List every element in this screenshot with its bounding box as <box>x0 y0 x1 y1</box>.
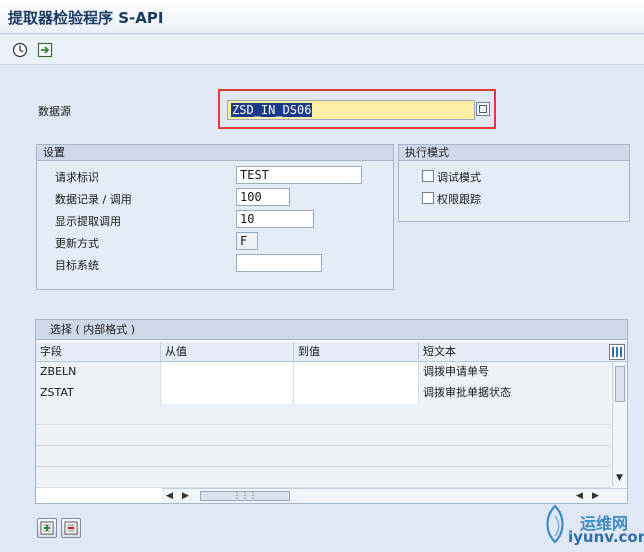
request-id-label: 请求标识 <box>55 171 99 184</box>
to-value-input[interactable] <box>294 383 419 404</box>
variant-save-icon[interactable] <box>37 42 53 58</box>
scroll-last-icon[interactable]: ▶ <box>592 491 599 501</box>
column-header-field[interactable]: 字段 <box>36 342 161 362</box>
datasource-label: 数据源 <box>38 105 71 118</box>
table-settings-icon[interactable] <box>609 344 625 360</box>
target-system-input[interactable] <box>236 254 322 272</box>
auth-trace-label: 权限跟踪 <box>437 193 481 206</box>
debug-mode-checkbox[interactable] <box>422 170 434 182</box>
application-toolbar <box>0 35 644 65</box>
field-cell: ZBELN <box>36 362 161 383</box>
table-row: ZBELN 调拨申请单号 <box>36 362 611 383</box>
auth-trace-checkbox[interactable] <box>422 192 434 204</box>
delete-row-icon <box>64 521 78 535</box>
extraction-calls-label: 显示提取调用 <box>55 215 121 228</box>
datasource-input-value: ZSD_IN_DS06 <box>231 103 313 117</box>
table-row: ZSTAT 调拨审批单据状态 <box>36 383 611 404</box>
target-system-label: 目标系统 <box>55 259 99 272</box>
horizontal-scrollbar[interactable]: ◀ ▶ ⋮⋮⋮ ◀ ▶ <box>162 488 627 503</box>
request-id-input[interactable]: TEST <box>236 166 362 184</box>
records-per-call-input[interactable]: 100 <box>236 188 290 206</box>
horizontal-scroll-thumb[interactable]: ⋮⋮⋮ <box>200 491 290 501</box>
scroll-right-small-icon[interactable]: ▶ <box>182 491 189 501</box>
execute-clock-icon[interactable] <box>12 42 28 58</box>
records-per-call-label: 数据记录 / 调用 <box>55 193 132 206</box>
watermark-logo-icon <box>546 504 564 544</box>
execution-mode-group: 执行模式 <box>398 144 630 222</box>
update-mode-label: 更新方式 <box>55 237 99 250</box>
execution-mode-title: 执行模式 <box>399 145 629 161</box>
datasource-input[interactable]: ZSD_IN_DS06 <box>227 100 475 120</box>
from-value-input[interactable] <box>161 383 294 404</box>
selection-title: 选择 ( 内部格式 ) <box>36 320 627 340</box>
vertical-scroll-thumb[interactable] <box>615 366 625 402</box>
scroll-first-icon[interactable]: ◀ <box>166 491 173 501</box>
selection-panel: 选择 ( 内部格式 ) 字段 从值 到值 短文本 ZBELN 调拨申请单号 ZS… <box>35 319 628 504</box>
insert-row-button[interactable] <box>37 518 57 538</box>
from-value-input[interactable] <box>161 362 294 383</box>
table-row-empty <box>36 467 611 488</box>
extraction-calls-input[interactable]: 10 <box>236 210 314 228</box>
watermark-url-text: iyunv.com <box>568 528 644 546</box>
table-row-empty <box>36 404 611 425</box>
short-text-cell: 调拨审批单据状态 <box>419 383 611 404</box>
settings-group-title: 设置 <box>37 145 393 161</box>
to-value-input[interactable] <box>294 362 419 383</box>
selection-table-header: 字段 从值 到值 短文本 <box>36 342 627 362</box>
short-text-cell: 调拨申请单号 <box>419 362 611 383</box>
table-row-empty <box>36 425 611 446</box>
debug-mode-label: 调试模式 <box>437 171 481 184</box>
table-row-empty <box>36 446 611 467</box>
delete-row-button[interactable] <box>61 518 81 538</box>
insert-row-icon <box>40 521 54 535</box>
title-bar: 提取器检验程序 S-API <box>0 0 644 34</box>
scroll-down-arrow-icon[interactable]: ▼ <box>616 473 623 483</box>
value-help-icon[interactable] <box>476 102 490 116</box>
scroll-left-small-icon[interactable]: ◀ <box>576 491 583 501</box>
update-mode-input[interactable]: F <box>236 232 258 250</box>
column-header-short-text[interactable]: 短文本 <box>419 342 609 362</box>
vertical-scrollbar[interactable]: ▼ <box>612 362 627 487</box>
column-header-from[interactable]: 从值 <box>161 342 294 362</box>
column-header-to[interactable]: 到值 <box>294 342 419 362</box>
field-cell: ZSTAT <box>36 383 161 404</box>
window-title: 提取器检验程序 S-API <box>8 9 164 27</box>
